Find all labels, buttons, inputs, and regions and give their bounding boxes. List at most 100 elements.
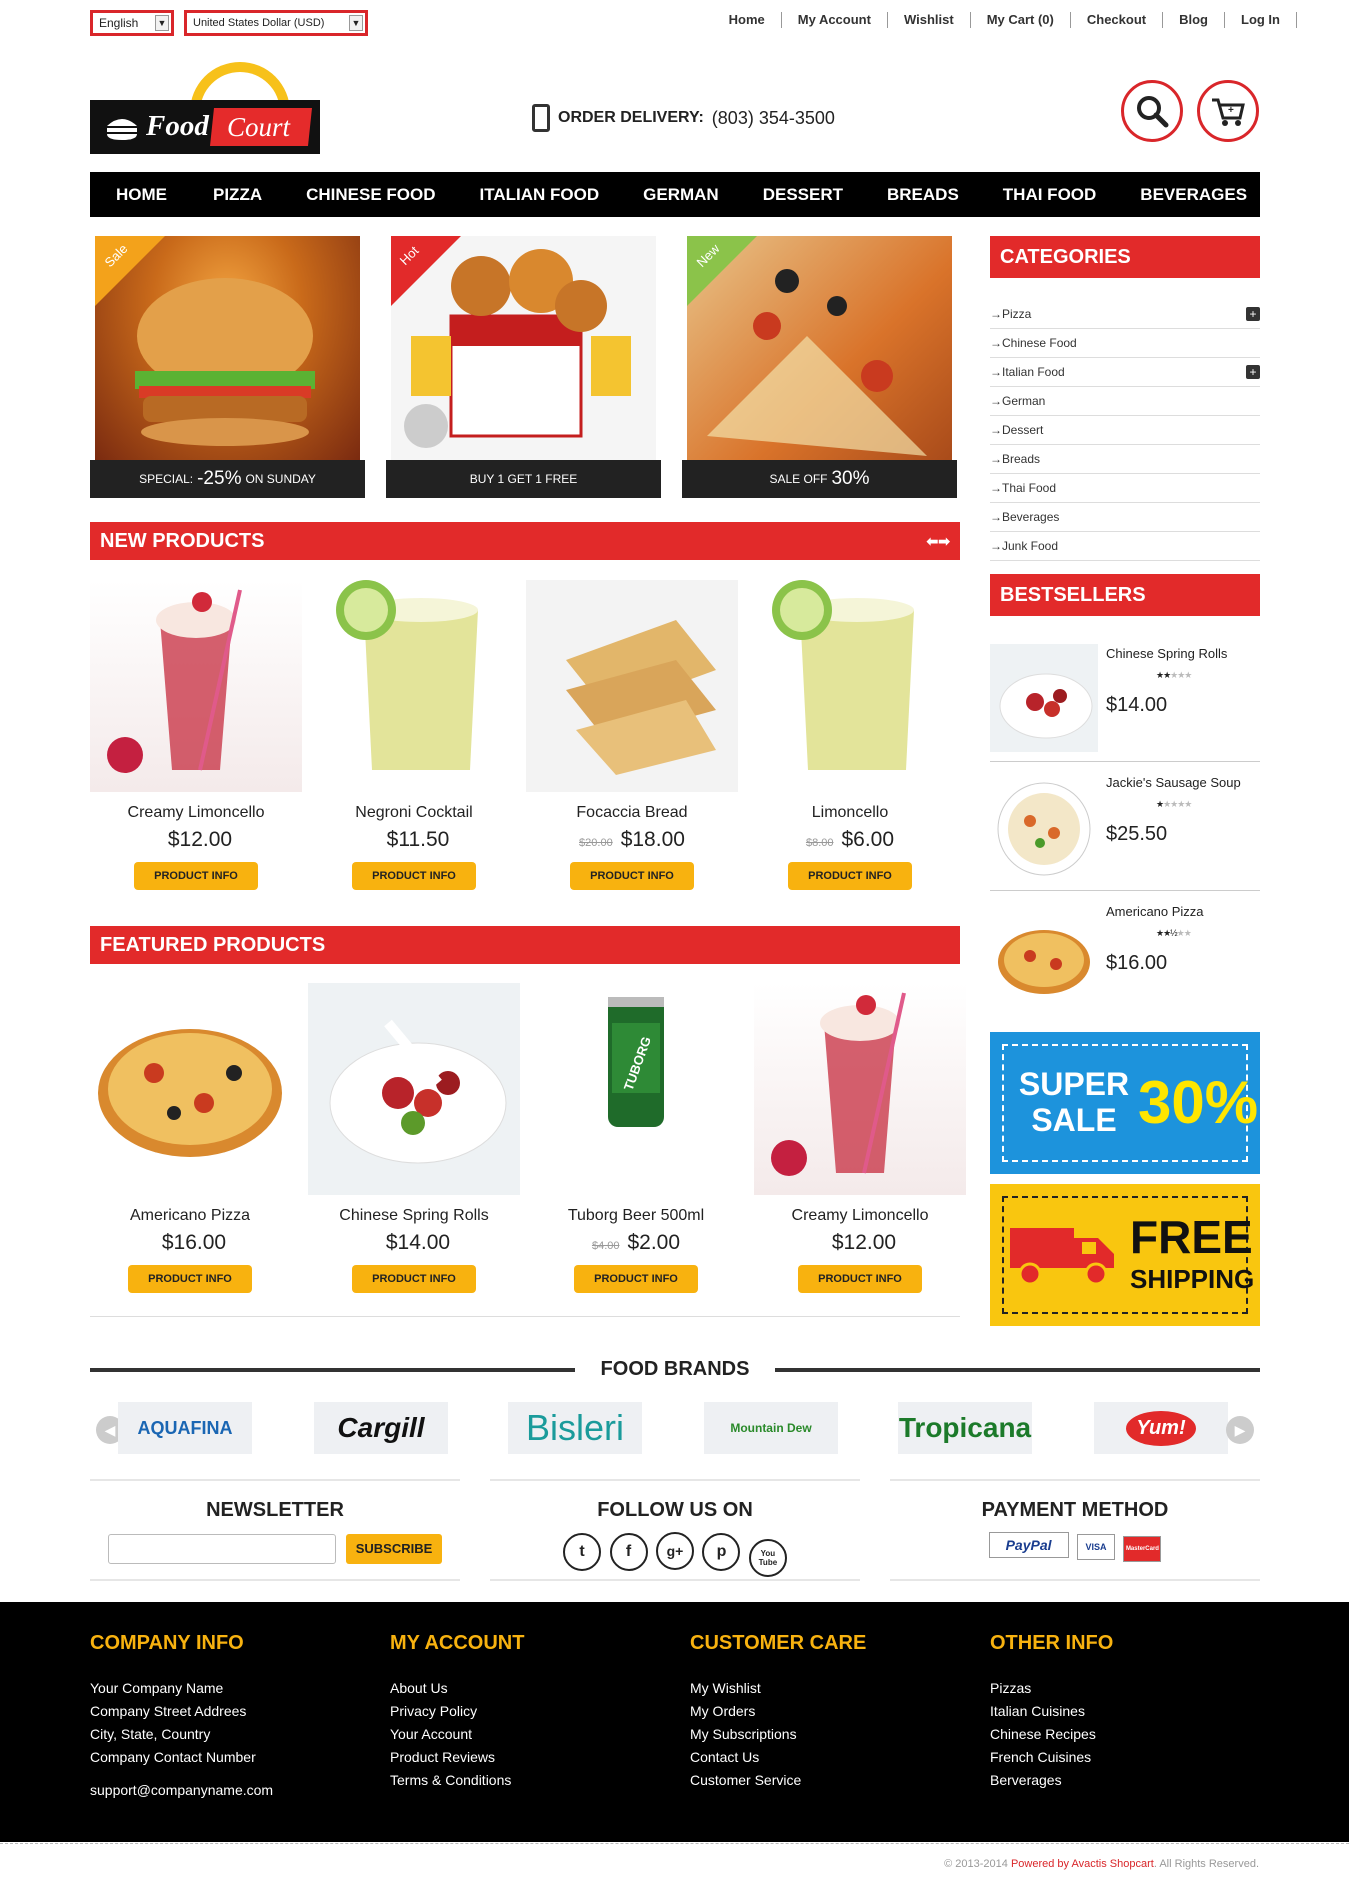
footer-link[interactable]: My Wishlist <box>690 1677 866 1700</box>
promo-banner-chicken[interactable]: Hot BUY 1 GET 1 FREE <box>386 236 661 498</box>
product-name[interactable]: Limoncello <box>744 804 956 822</box>
footer-link[interactable]: Contact Us <box>690 1746 866 1769</box>
top-link-checkout[interactable]: Checkout <box>1071 12 1164 28</box>
brand-tropicana[interactable]: Tropicana <box>898 1402 1032 1454</box>
nav-dessert[interactable]: DESSERT <box>763 185 843 205</box>
nav-italian-food[interactable]: ITALIAN FOOD <box>480 185 600 205</box>
product-card[interactable]: Negroni Cocktail $11.50 PRODUCT INFO <box>308 580 520 890</box>
chevron-right-icon[interactable]: ▶ <box>1226 1416 1254 1444</box>
brand-bisleri[interactable]: Bisleri <box>508 1402 642 1454</box>
product-card[interactable]: Creamy Limoncello $12.00 PRODUCT INFO <box>754 983 966 1293</box>
product-name[interactable]: Americano Pizza <box>84 1207 296 1225</box>
product-card[interactable]: Limoncello $8.00 $6.00 PRODUCT INFO <box>744 580 956 890</box>
brand-cargill[interactable]: Cargill <box>314 1402 448 1454</box>
product-info-button[interactable]: PRODUCT INFO <box>788 862 912 890</box>
top-link-login[interactable]: Log In <box>1225 12 1297 28</box>
product-card[interactable]: Chinese Spring Rolls $14.00 PRODUCT INFO <box>308 983 520 1293</box>
nav-german[interactable]: GERMAN <box>643 185 719 205</box>
bestseller-name[interactable]: Jackie's Sausage Soup <box>1106 775 1241 790</box>
promo-banner-pizza[interactable]: New SALE OFF 30% <box>682 236 957 498</box>
cart-button[interactable]: + <box>1197 80 1259 142</box>
nav-home[interactable]: HOME <box>116 185 167 205</box>
footer-link[interactable]: Privacy Policy <box>390 1700 524 1723</box>
brand-aquafina[interactable]: AQUAFINA <box>118 1402 252 1454</box>
pinterest-icon[interactable]: p <box>702 1533 741 1571</box>
facebook-icon[interactable]: f <box>609 1533 648 1571</box>
plus-icon[interactable]: + <box>1246 365 1260 379</box>
plus-icon[interactable]: + <box>1246 307 1260 321</box>
product-info-button[interactable]: PRODUCT INFO <box>570 862 694 890</box>
product-name[interactable]: Focaccia Bread <box>526 804 738 822</box>
product-info-button[interactable]: PRODUCT INFO <box>128 1265 252 1293</box>
product-name[interactable]: Chinese Spring Rolls <box>308 1207 520 1225</box>
category-item-thai-food[interactable]: →Thai Food <box>990 474 1260 503</box>
footer-email[interactable]: support@companyname.com <box>90 1779 273 1802</box>
nav-chinese-food[interactable]: CHINESE FOOD <box>306 185 435 205</box>
footer-link[interactable]: Customer Service <box>690 1769 866 1792</box>
google-plus-icon[interactable]: g+ <box>656 1532 694 1570</box>
twitter-icon[interactable]: t <box>563 1533 602 1571</box>
top-link-wishlist[interactable]: Wishlist <box>888 12 971 28</box>
nav-breads[interactable]: BREADS <box>887 185 959 205</box>
product-info-button[interactable]: PRODUCT INFO <box>574 1265 698 1293</box>
footer-link[interactable]: About Us <box>390 1677 524 1700</box>
footer-link[interactable]: Pizzas <box>990 1677 1113 1700</box>
product-card[interactable]: Americano Pizza $16.00 PRODUCT INFO <box>84 983 296 1293</box>
product-name[interactable]: Creamy Limoncello <box>754 1207 966 1225</box>
product-info-button[interactable]: PRODUCT INFO <box>352 862 476 890</box>
nav-thai-food[interactable]: THAI FOOD <box>1003 185 1097 205</box>
bestseller-item[interactable]: Chinese Spring Rolls ★★★★★ $14.00 <box>990 634 1260 762</box>
nav-pizza[interactable]: PIZZA <box>213 185 262 205</box>
category-item-chinese-food[interactable]: →Chinese Food <box>990 329 1260 358</box>
nav-beverages[interactable]: BEVERAGES <box>1140 185 1247 205</box>
language-select[interactable]: English ▼ <box>90 10 174 36</box>
product-name[interactable]: Negroni Cocktail <box>308 804 520 822</box>
footer-link[interactable]: Product Reviews <box>390 1746 524 1769</box>
product-card[interactable]: Creamy Limoncello $12.00 PRODUCT INFO <box>90 580 302 890</box>
bestseller-item[interactable]: Americano Pizza ★★½★★ $16.00 <box>990 892 1260 1020</box>
top-link-my-account[interactable]: My Account <box>782 12 888 28</box>
product-name[interactable]: Creamy Limoncello <box>90 804 302 822</box>
youtube-icon[interactable]: You Tube <box>748 1539 787 1577</box>
footer-link[interactable]: Italian Cuisines <box>990 1700 1113 1723</box>
category-item-italian-food[interactable]: →Italian Food + <box>990 358 1260 387</box>
category-item-beverages[interactable]: →Beverages <box>990 503 1260 532</box>
powered-by-link[interactable]: Powered by Avactis Shopcart <box>1011 1858 1154 1870</box>
currency-select[interactable]: United States Dollar (USD) ▼ <box>184 10 368 36</box>
top-link-blog[interactable]: Blog <box>1163 12 1225 28</box>
footer-link[interactable]: Berverages <box>990 1769 1113 1792</box>
product-card[interactable]: TUBORG Tuborg Beer 500ml $4.00 $2.00 PROD… <box>530 983 742 1293</box>
footer-link[interactable]: French Cuisines <box>990 1746 1113 1769</box>
brand-mountain-dew[interactable]: Mountain Dew <box>704 1402 838 1454</box>
product-info-button[interactable]: PRODUCT INFO <box>352 1265 476 1293</box>
product-card[interactable]: Focaccia Bread $20.00 $18.00 PRODUCT INFO <box>526 580 738 890</box>
footer-link[interactable]: My Orders <box>690 1700 866 1723</box>
top-link-my-cart[interactable]: My Cart (0) <box>971 12 1071 28</box>
category-item-dessert[interactable]: →Dessert <box>990 416 1260 445</box>
product-name[interactable]: Tuborg Beer 500ml <box>530 1207 742 1225</box>
category-item-junk-food[interactable]: →Junk Food <box>990 532 1260 561</box>
product-info-button[interactable]: PRODUCT INFO <box>798 1265 922 1293</box>
promo-banner-burger[interactable]: Sale SPECIAL: -25% ON SUNDAY <box>90 236 365 498</box>
carousel-arrows[interactable]: ⬅➡ <box>927 533 950 550</box>
category-item-german[interactable]: →German <box>990 387 1260 416</box>
brand-yum[interactable]: Yum! <box>1094 1402 1228 1454</box>
footer-link[interactable]: Your Account <box>390 1723 524 1746</box>
super-sale-banner[interactable]: SUPER SALE 30% <box>990 1032 1260 1174</box>
nav-junk-food[interactable]: JUNK FOOD <box>1291 185 1349 205</box>
footer-link[interactable]: Chinese Recipes <box>990 1723 1113 1746</box>
category-item-pizza[interactable]: →Pizza + <box>990 300 1260 329</box>
search-button[interactable] <box>1121 80 1183 142</box>
subscribe-button[interactable]: SUBSCRIBE <box>345 1534 443 1564</box>
bestseller-name[interactable]: Chinese Spring Rolls <box>1106 646 1227 661</box>
product-info-button[interactable]: PRODUCT INFO <box>134 862 258 890</box>
footer-link[interactable]: Terms & Conditions <box>390 1769 524 1792</box>
bestseller-name[interactable]: Americano Pizza <box>1106 904 1204 919</box>
bestseller-item[interactable]: Jackie's Sausage Soup ★★★★★ $25.50 <box>990 763 1260 891</box>
newsletter-email-input[interactable] <box>107 1534 336 1564</box>
top-link-home[interactable]: Home <box>713 12 782 28</box>
free-shipping-banner[interactable]: FREE SHIPPING <box>990 1184 1260 1326</box>
category-item-breads[interactable]: →Breads <box>990 445 1260 474</box>
footer-link[interactable]: My Subscriptions <box>690 1723 866 1746</box>
site-logo[interactable]: Food Court <box>90 62 320 154</box>
